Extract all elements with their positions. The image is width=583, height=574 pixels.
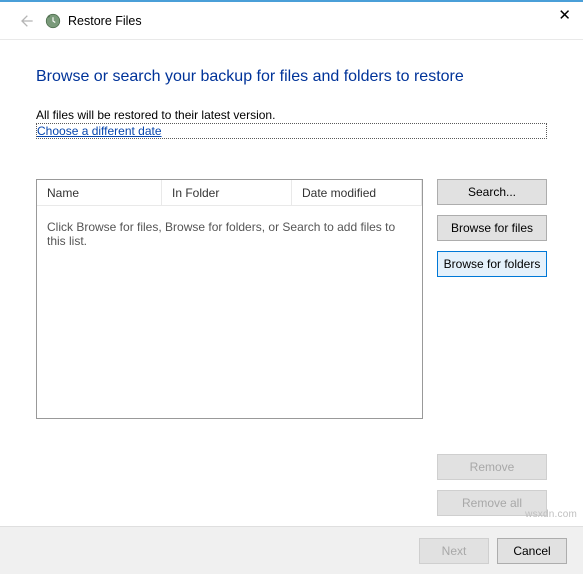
middle-area: Name In Folder Date modified Click Brows… (36, 179, 547, 516)
close-icon[interactable]: ✕ (558, 8, 571, 23)
window-title: Restore Files (68, 14, 142, 28)
titlebar: ✕ Restore Files (0, 2, 583, 40)
restore-files-window: ✕ Restore Files Browse or search your ba… (0, 0, 583, 574)
spacer (437, 287, 547, 444)
list-body: Click Browse for files, Browse for folde… (37, 206, 422, 418)
list-header: Name In Folder Date modified (37, 180, 422, 206)
cancel-button[interactable]: Cancel (497, 538, 567, 564)
file-list[interactable]: Name In Folder Date modified Click Brows… (36, 179, 423, 419)
browse-folders-button[interactable]: Browse for folders (437, 251, 547, 277)
side-buttons: Search... Browse for files Browse for fo… (437, 179, 547, 516)
arrow-left-icon (18, 13, 34, 29)
next-button: Next (419, 538, 489, 564)
watermark: wsxdn.com (525, 509, 577, 520)
browse-files-button[interactable]: Browse for files (437, 215, 547, 241)
restore-icon (44, 12, 62, 30)
info-text: All files will be restored to their late… (36, 108, 547, 122)
content-area: Browse or search your backup for files a… (0, 40, 583, 526)
choose-date-link[interactable]: Choose a different date (36, 123, 547, 139)
page-heading: Browse or search your backup for files a… (36, 68, 547, 86)
footer: Next Cancel (0, 526, 583, 574)
remove-button: Remove (437, 454, 547, 480)
column-date[interactable]: Date modified (292, 180, 422, 205)
back-button[interactable] (12, 7, 40, 35)
column-folder[interactable]: In Folder (162, 180, 292, 205)
search-button[interactable]: Search... (437, 179, 547, 205)
empty-placeholder: Click Browse for files, Browse for folde… (47, 220, 412, 248)
column-name[interactable]: Name (37, 180, 162, 205)
